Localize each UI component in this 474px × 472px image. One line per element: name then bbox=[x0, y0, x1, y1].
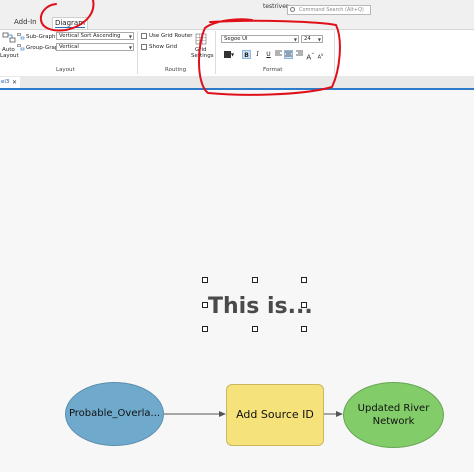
output-data-node[interactable]: Updated River Network bbox=[343, 382, 444, 448]
document-tab[interactable]: el3 ✕ bbox=[0, 77, 20, 88]
use-grid-router-checkbox[interactable] bbox=[141, 33, 147, 39]
sub-graph-select[interactable]: Vertical Sort Ascending ▼ bbox=[56, 32, 134, 40]
selection-handle[interactable] bbox=[202, 277, 208, 283]
command-search-input[interactable]: Command Search (Alt+Q) bbox=[287, 5, 371, 15]
ribbon-divider bbox=[334, 31, 335, 74]
diagram-text-element[interactable]: This is... bbox=[208, 294, 313, 319]
grid-settings-label-2: Settings bbox=[191, 53, 214, 59]
align-right-button[interactable] bbox=[295, 50, 304, 59]
align-right-icon bbox=[296, 50, 303, 56]
grid-icon bbox=[195, 33, 207, 45]
sub-graph-label: Sub-Graph bbox=[26, 34, 56, 40]
use-grid-router-label: Use Grid Router bbox=[149, 33, 193, 39]
grow-font-button[interactable]: A^ bbox=[306, 50, 315, 61]
show-grid-label: Show Grid bbox=[149, 44, 178, 50]
selection-handle[interactable] bbox=[301, 277, 307, 283]
input-data-node[interactable]: Probable_Overla... bbox=[65, 382, 164, 446]
underline-button[interactable]: U bbox=[264, 50, 273, 59]
search-icon bbox=[290, 7, 295, 12]
selection-handle[interactable] bbox=[202, 326, 208, 332]
chevron-down-icon: ▼ bbox=[317, 37, 321, 42]
selection-handle[interactable] bbox=[301, 326, 307, 332]
shrink-font-icon: v bbox=[321, 52, 324, 57]
layout-group-label: Layout bbox=[56, 67, 75, 73]
document-tab-label: el3 bbox=[1, 79, 10, 85]
align-left-icon bbox=[275, 50, 282, 56]
font-size-select[interactable]: 24 ▼ bbox=[301, 35, 323, 43]
align-center-icon bbox=[285, 51, 292, 57]
chevron-down-icon: ▼ bbox=[230, 52, 235, 57]
signed-in-user[interactable]: testriver bbox=[263, 3, 288, 10]
tab-diagram-label: Diagram bbox=[54, 19, 86, 28]
grow-font-icon: ^ bbox=[311, 52, 315, 57]
chevron-down-icon: ▼ bbox=[128, 34, 132, 39]
tab-add-in[interactable]: Add-In bbox=[14, 18, 37, 26]
font-color-button[interactable]: ▼ bbox=[222, 50, 236, 59]
tool-node-add-source-id[interactable]: Add Source ID bbox=[226, 384, 324, 446]
document-tab-bar bbox=[0, 76, 474, 90]
font-family-value: Segoe UI bbox=[224, 36, 248, 42]
group-graph-select[interactable]: Vertical ▼ bbox=[56, 43, 134, 51]
chevron-down-icon: ▼ bbox=[128, 45, 132, 50]
font-color-swatch bbox=[223, 51, 231, 58]
selection-handle[interactable] bbox=[252, 326, 258, 332]
shrink-font-button[interactable]: Av bbox=[316, 50, 325, 61]
italic-button[interactable]: I bbox=[253, 50, 262, 59]
close-icon[interactable]: ✕ bbox=[12, 77, 17, 88]
routing-group-label: Routing bbox=[165, 67, 187, 73]
ribbon-divider bbox=[137, 31, 138, 74]
auto-layout-button[interactable]: Auto Layout bbox=[0, 32, 19, 62]
chevron-down-icon: ▼ bbox=[293, 37, 297, 42]
title-bar bbox=[0, 0, 474, 16]
selection-handle[interactable] bbox=[252, 277, 258, 283]
ribbon-divider bbox=[215, 31, 216, 74]
bold-button[interactable]: B bbox=[242, 50, 251, 59]
grid-settings-button[interactable]: Grid Settings bbox=[190, 33, 214, 63]
command-search-placeholder: Command Search (Alt+Q) bbox=[299, 7, 364, 13]
format-group-label: Format bbox=[263, 67, 283, 73]
align-center-button[interactable] bbox=[284, 50, 293, 59]
group-graph-select-value: Vertical bbox=[59, 44, 79, 50]
font-size-value: 24 bbox=[304, 36, 311, 42]
sub-graph-select-value: Vertical Sort Ascending bbox=[59, 33, 121, 39]
font-family-select[interactable]: Segoe UI ▼ bbox=[221, 35, 299, 43]
align-left-button[interactable] bbox=[274, 50, 283, 59]
show-grid-checkbox[interactable] bbox=[141, 44, 147, 50]
auto-layout-icon bbox=[2, 32, 16, 43]
auto-layout-label-2: Layout bbox=[0, 53, 19, 59]
